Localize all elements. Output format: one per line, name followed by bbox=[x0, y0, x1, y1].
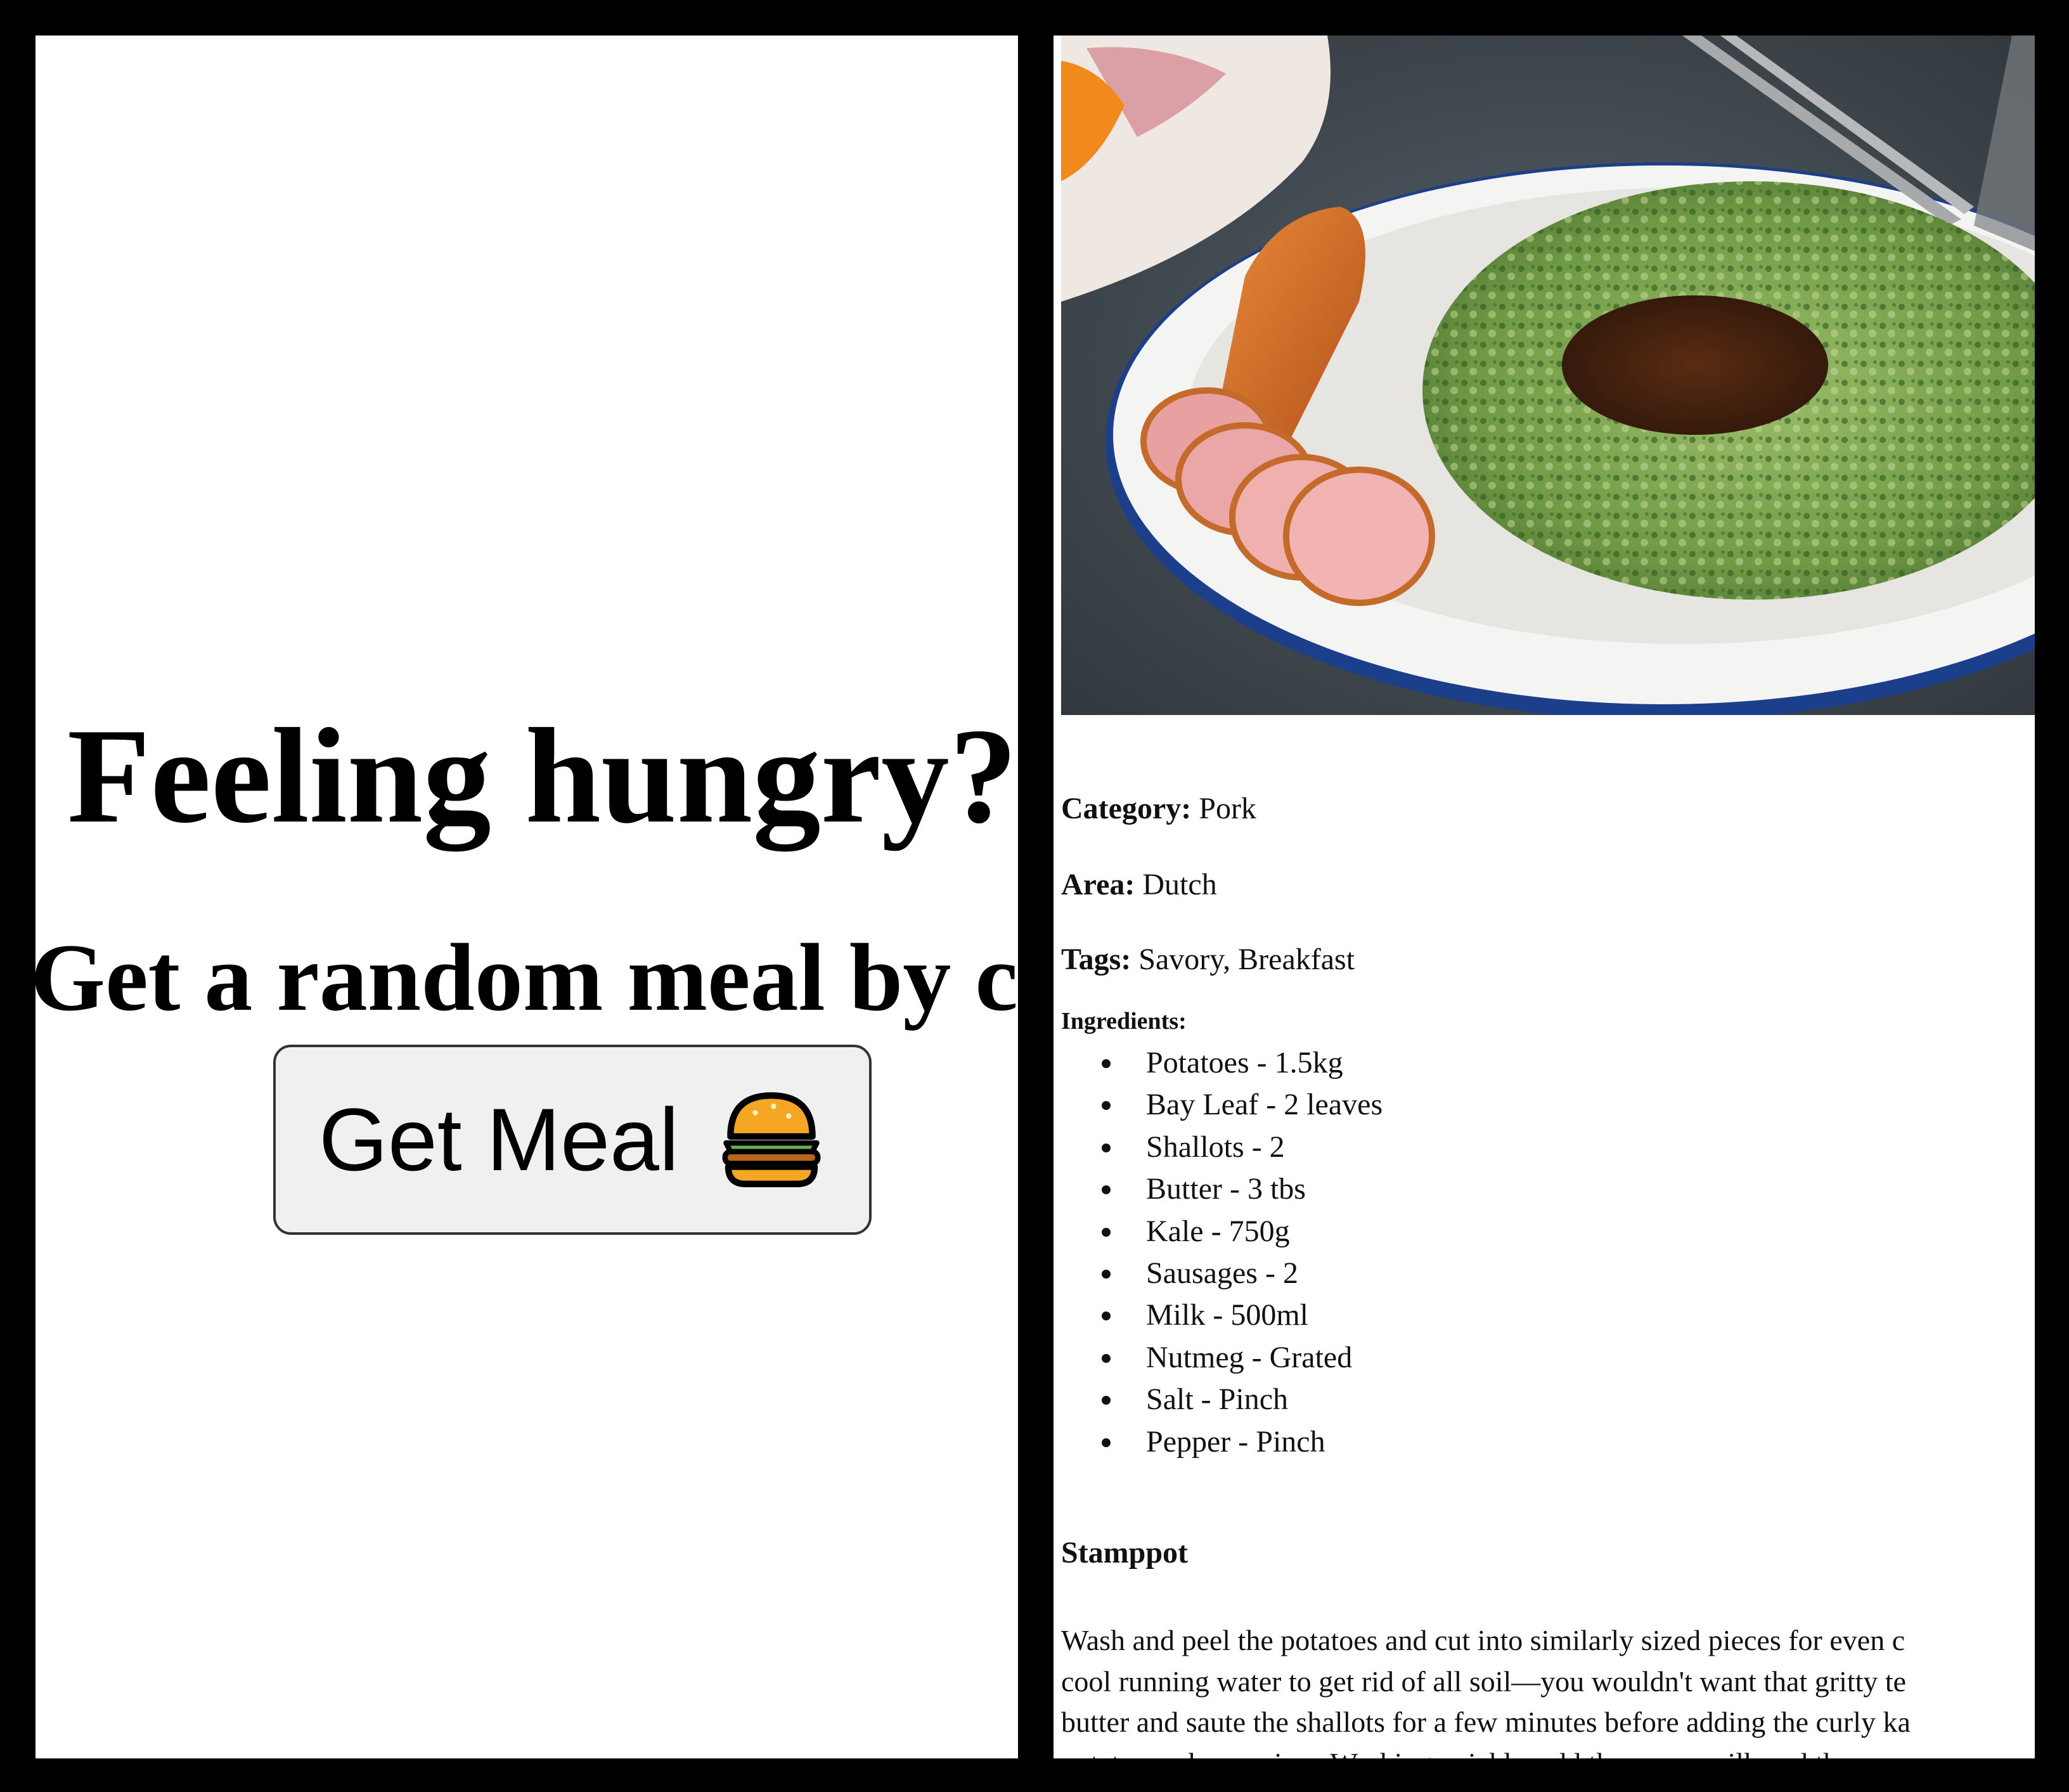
tags-value: Savory, Breakfast bbox=[1138, 943, 1355, 976]
ingredient-item: Kale - 750g bbox=[1101, 1211, 1383, 1253]
category-value: Pork bbox=[1199, 792, 1256, 825]
instructions-line: cool running water to get rid of all soi… bbox=[1061, 1665, 1907, 1698]
meal-instructions: Wash and peel the potatoes and cut into … bbox=[1061, 1620, 2035, 1758]
hero-panel: Feeling hungry? Get a random meal by cli… bbox=[35, 35, 1018, 1758]
area-label: Area: bbox=[1061, 868, 1135, 901]
instructions-line: Wash and peel the potatoes and cut into … bbox=[1061, 1624, 1905, 1656]
ingredient-item: Sausages - 2 bbox=[1101, 1253, 1383, 1294]
ingredient-item: Bay Leaf - 2 leaves bbox=[1101, 1084, 1383, 1126]
get-meal-button-label: Get Meal bbox=[319, 1090, 679, 1189]
ingredients-list: Potatoes - 1.5kg Bay Leaf - 2 leaves Sha… bbox=[1061, 1042, 1383, 1463]
meal-name: Stamppot bbox=[1061, 1536, 1189, 1570]
ingredient-item: Nutmeg - Grated bbox=[1101, 1337, 1383, 1379]
get-meal-button[interactable]: Get Meal bbox=[273, 1045, 872, 1235]
area-line: Area: Dutch bbox=[1061, 870, 1217, 900]
instructions-line: butter and saute the shallots for a few … bbox=[1061, 1706, 1911, 1738]
category-line: Category: Pork bbox=[1061, 794, 1256, 824]
meal-image bbox=[1061, 35, 2035, 715]
area-value: Dutch bbox=[1142, 868, 1217, 901]
ingredient-item: Butter - 3 tbs bbox=[1101, 1168, 1383, 1210]
category-label: Category: bbox=[1061, 792, 1192, 825]
tags-label: Tags: bbox=[1061, 943, 1131, 976]
meal-panel: Category: Pork Area: Dutch Tags: Savory,… bbox=[1054, 35, 2035, 1758]
ingredient-item: Pepper - Pinch bbox=[1101, 1421, 1383, 1463]
ingredient-item: Milk - 500ml bbox=[1101, 1294, 1383, 1336]
instructions-line: potato masher or ricer. Working quickly,… bbox=[1061, 1743, 2035, 1759]
ingredients-heading: Ingredients: bbox=[1061, 1008, 1187, 1035]
tags-line: Tags: Savory, Breakfast bbox=[1061, 944, 1355, 975]
ingredient-item: Shallots - 2 bbox=[1101, 1126, 1383, 1168]
hero-subtitle: Get a random meal by clicking below bbox=[35, 924, 1018, 1031]
hero-section: Feeling hungry? Get a random meal by cli… bbox=[35, 35, 1018, 1758]
hero-title: Feeling hungry? bbox=[67, 700, 1018, 851]
hamburger-icon bbox=[722, 1092, 821, 1187]
ingredient-item: Potatoes - 1.5kg bbox=[1101, 1042, 1383, 1084]
ingredient-item: Salt - Pinch bbox=[1101, 1379, 1383, 1421]
